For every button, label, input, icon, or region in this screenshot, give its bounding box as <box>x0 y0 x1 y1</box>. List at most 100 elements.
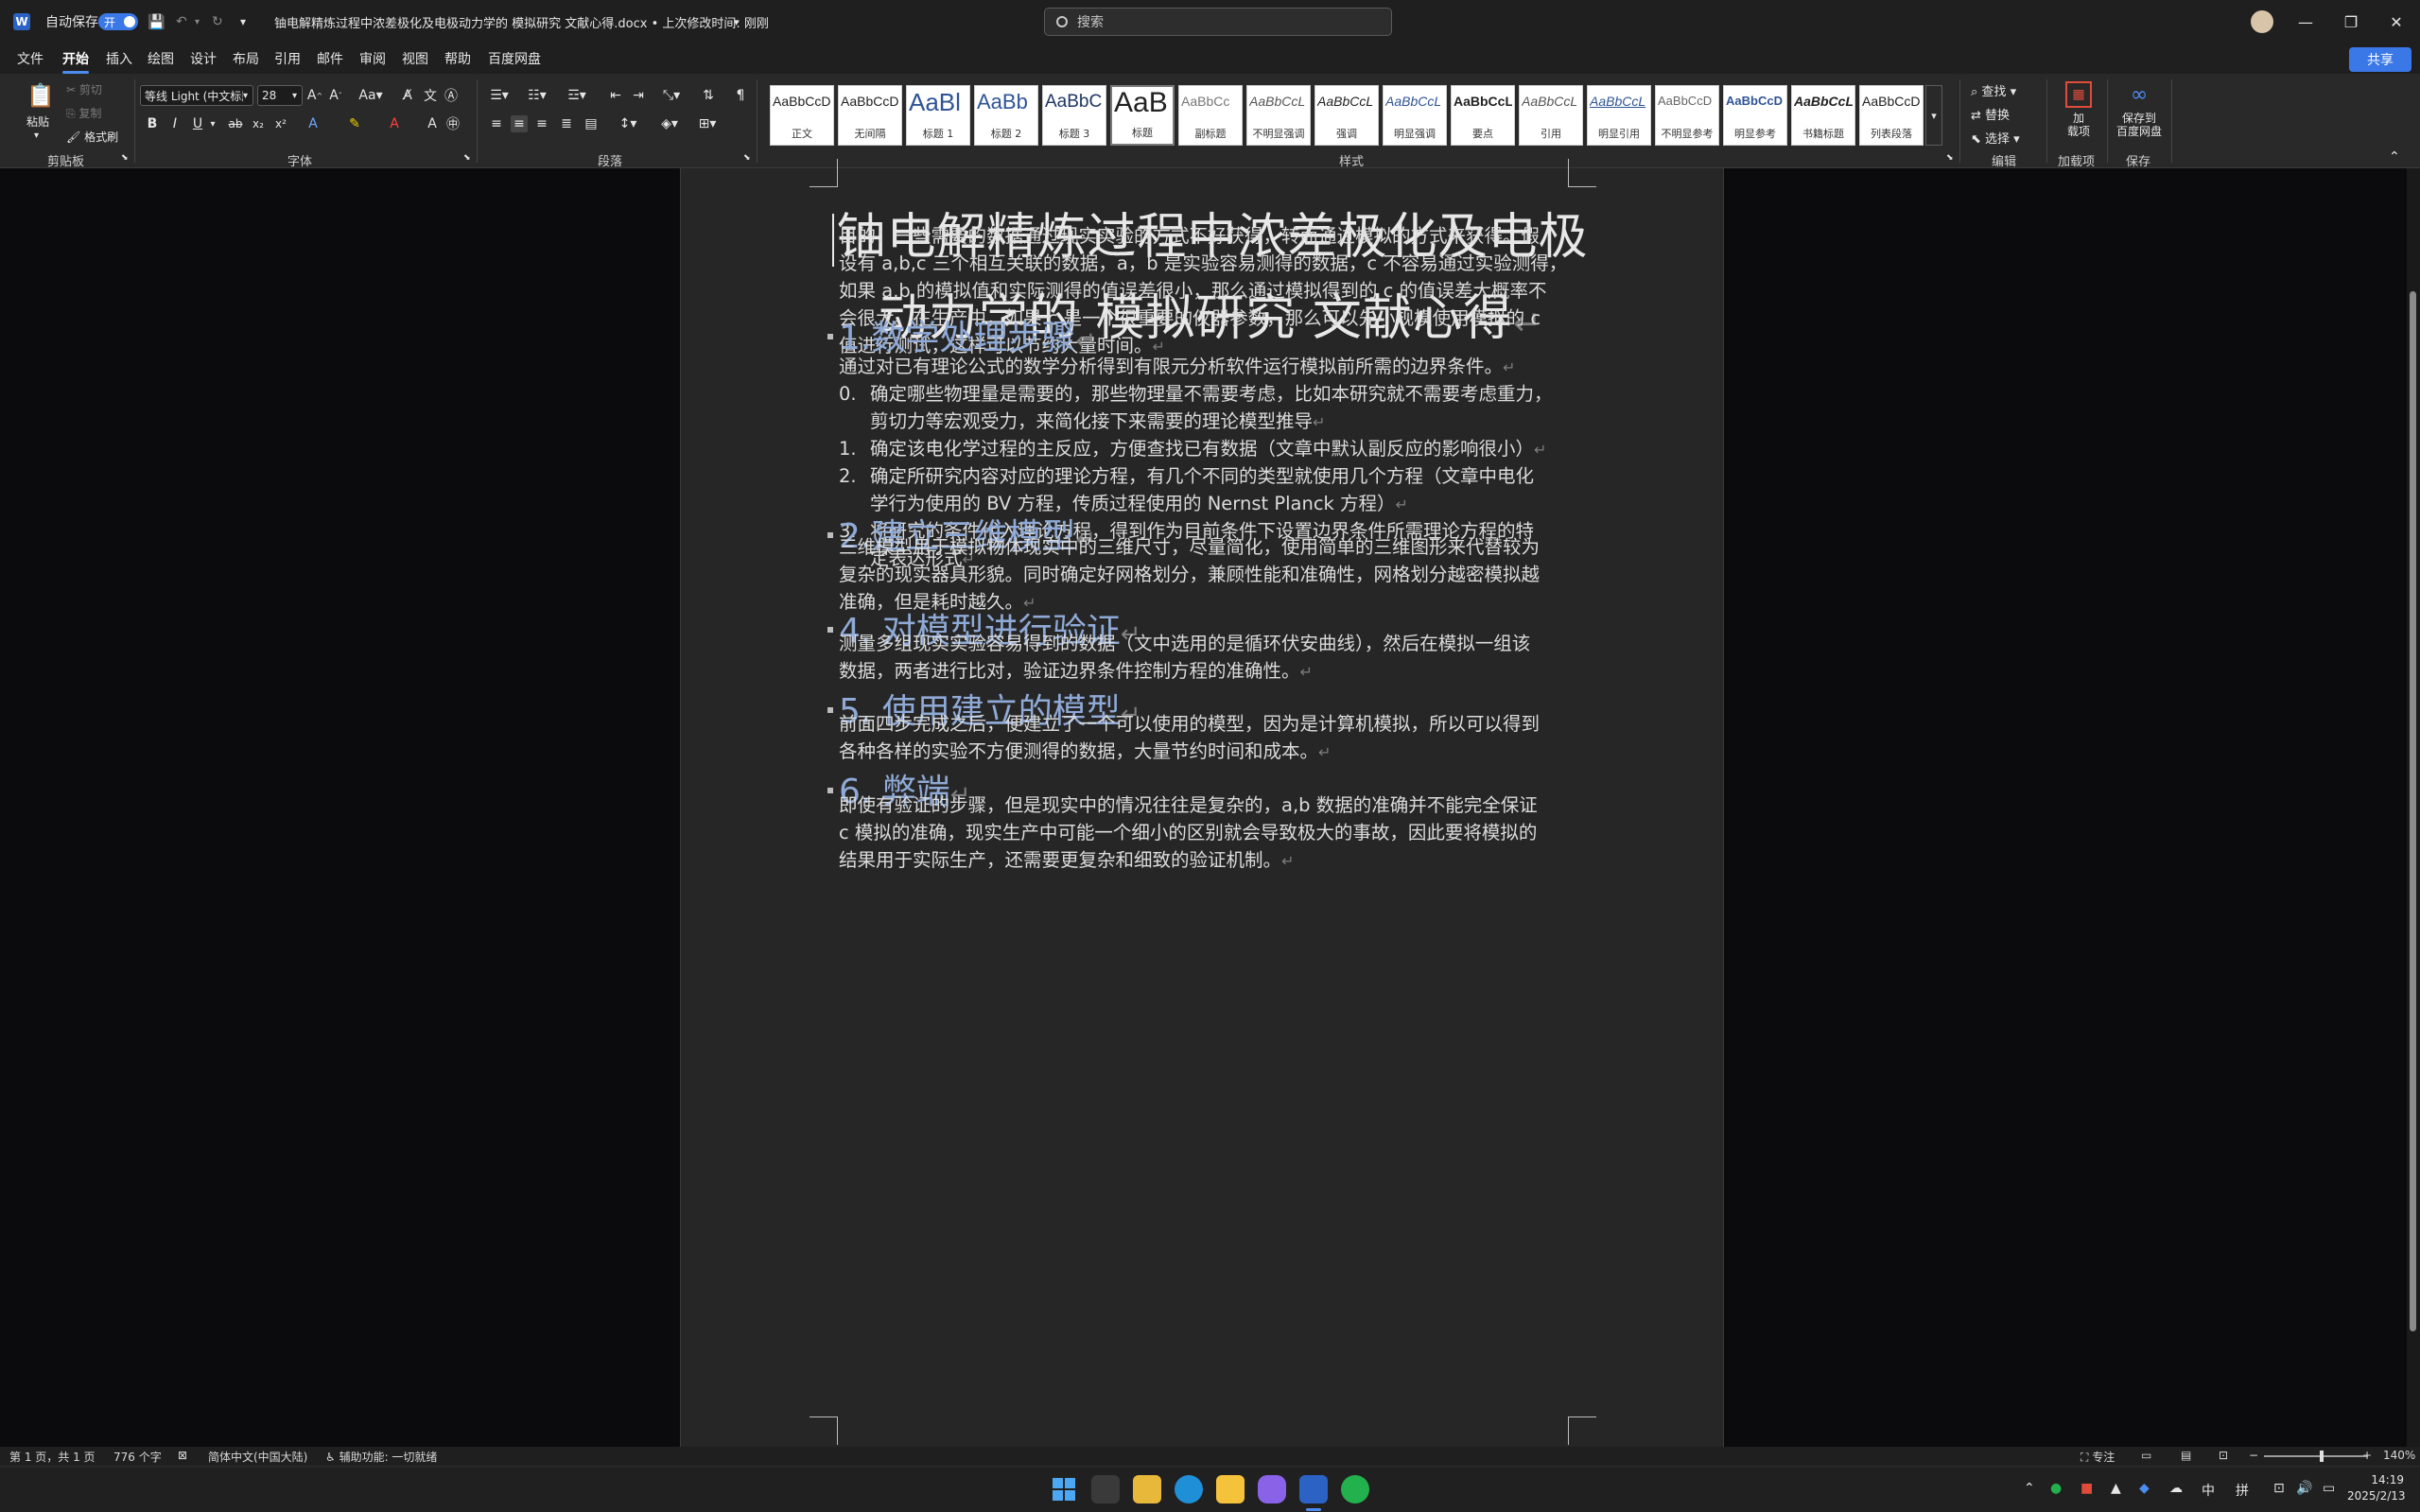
document-title[interactable]: 铀电解精炼过程中浓差极化及电极动力学的 模拟研究 文献心得.docx • 上次修… <box>274 0 769 43</box>
word-taskbar-icon[interactable] <box>1299 1475 1328 1503</box>
tab-insert[interactable]: 插入 <box>106 49 132 68</box>
styles-launcher-icon[interactable]: ⬊ <box>1946 153 1954 163</box>
style-5-button[interactable]: AaBbC 标题 3 <box>1042 85 1106 146</box>
zoom-slider[interactable] <box>2264 1455 2368 1457</box>
style-11-button[interactable]: AaBbCcL 要点 <box>1451 85 1515 146</box>
tab-references[interactable]: 引用 <box>274 49 301 68</box>
close-button[interactable]: ✕ <box>2374 0 2419 43</box>
style-8-button[interactable]: AaBbCcL 不明显强调 <box>1246 85 1311 146</box>
scrollbar-thumb[interactable] <box>2410 291 2416 1331</box>
search-input[interactable]: 搜索 <box>1044 8 1392 36</box>
align-left-icon[interactable]: ≡ <box>488 115 505 132</box>
style-14-button[interactable]: AaBbCcD 不明显参考 <box>1655 85 1719 146</box>
text-effects-icon[interactable]: A <box>305 115 322 132</box>
baidu-netdisk-icon[interactable]: ∞ <box>2126 81 2152 108</box>
zoom-slider-thumb[interactable] <box>2319 1451 2324 1462</box>
store-icon[interactable] <box>1216 1475 1245 1503</box>
tray-app-icon[interactable]: ■ <box>2081 1481 2093 1496</box>
clipboard-icon[interactable]: 📋 <box>26 81 55 110</box>
text-line[interactable]: 如果 a,b 的模拟值和实际测得的值误差很小，那么通过模拟得到的 c 的值误差大… <box>839 277 1578 304</box>
borders-icon[interactable]: ⊞▾ <box>694 115 721 132</box>
redo-icon[interactable]: ↻ <box>212 0 223 43</box>
print-layout-icon[interactable]: ▤ <box>2181 1449 2191 1462</box>
style-3-button[interactable]: AaBl 标题 1 <box>906 85 970 146</box>
bold-icon[interactable]: B <box>144 115 161 132</box>
line-spacing-icon[interactable]: ↕▾ <box>615 115 641 132</box>
onedrive-icon[interactable]: ☁ <box>2169 1481 2183 1496</box>
tray-app2-icon[interactable]: ▲ <box>2111 1481 2121 1496</box>
tab-draw[interactable]: 绘图 <box>148 49 174 68</box>
justify-icon[interactable]: ≣ <box>558 115 575 132</box>
file-explorer-icon[interactable] <box>1133 1475 1161 1503</box>
style-17-button[interactable]: AaBbCcD 列表段落 <box>1859 85 1924 146</box>
title-dropdown-icon[interactable]: ▾ <box>734 0 740 43</box>
change-case-icon[interactable]: Aa▾ <box>357 87 384 104</box>
font-size-select[interactable]: 28 ▾ <box>257 85 303 106</box>
subscript-icon[interactable]: x₂ <box>250 115 267 132</box>
align-right-icon[interactable]: ≡ <box>533 115 550 132</box>
font-name-select[interactable]: 等线 Light (中文标题)▾ <box>140 85 253 106</box>
enclose-character-icon[interactable]: ㊥ <box>444 115 461 132</box>
paste-button[interactable]: 粘贴 <box>26 113 49 130</box>
shading-icon[interactable]: ◈▾ <box>656 115 683 132</box>
wechat-icon[interactable] <box>1341 1475 1369 1503</box>
minimize-button[interactable]: — <box>2283 0 2328 43</box>
strikethrough-icon[interactable]: ab <box>227 115 244 132</box>
text-line[interactable]: 三维模型用于模拟物体现实中的三维尺寸，尽量简化，使用简单的三维图形来代替较为 <box>839 533 1578 561</box>
italic-icon[interactable]: I <box>166 115 183 132</box>
addins-button[interactable]: 加 载项 <box>2056 112 2101 138</box>
increase-indent-icon[interactable]: ⇥ <box>630 87 647 104</box>
copilot-icon[interactable] <box>1258 1475 1286 1503</box>
tab-design[interactable]: 设计 <box>190 49 217 68</box>
volume-icon[interactable]: 🔊 <box>2296 1481 2312 1496</box>
paste-dropdown-icon[interactable]: ▾ <box>34 130 39 141</box>
zoom-out-icon[interactable]: − <box>2249 1449 2258 1462</box>
word-count[interactable]: 776 个字 <box>113 1449 162 1465</box>
undo-icon[interactable]: ↶ <box>176 0 187 43</box>
bullets-icon[interactable]: ☰▾ <box>486 87 513 104</box>
highlight-color-icon[interactable]: ✎ <box>346 115 363 132</box>
style-9-button[interactable]: AaBbCcL 强调 <box>1314 85 1379 146</box>
vertical-scrollbar[interactable] <box>2407 168 2420 1447</box>
distributed-icon[interactable]: ▤ <box>583 115 600 132</box>
cut-button[interactable]: ✂ 剪切 <box>66 81 102 97</box>
grow-font-icon[interactable]: A ^ <box>306 87 323 104</box>
paragraph-launcher-icon[interactable]: ⬊ <box>743 153 751 163</box>
page-count[interactable]: 第 1 页，共 1 页 <box>9 1449 96 1465</box>
find-button[interactable]: ⌕ 查找 ▾ <box>1971 81 2016 99</box>
tab-file[interactable]: 文件 <box>17 49 44 68</box>
customize-toolbar-icon[interactable]: ▾ <box>240 0 246 43</box>
collapse-ribbon-icon[interactable]: ⌃ <box>2389 149 2400 165</box>
styles-more-icon[interactable]: ▾ <box>1925 85 1942 146</box>
web-layout-icon[interactable]: ⊡ <box>2219 1449 2228 1462</box>
clock[interactable]: 14:19 2025/2/13 <box>2347 1472 2406 1504</box>
phonetic-guide-icon[interactable]: 文 <box>422 87 439 104</box>
style-10-button[interactable]: AaBbCcL 明显强调 <box>1383 85 1447 146</box>
text-line[interactable]: 即使有验证的步骤，但是现实中的情况往往是复杂的，a,b 数据的准确并不能完全保证 <box>839 791 1578 819</box>
align-center-icon[interactable]: ≡ <box>511 115 528 132</box>
clear-formatting-icon[interactable]: A̸ <box>399 87 416 104</box>
text-line[interactable]: 各种各样的实验不方便测得的数据，大量节约时间和成本。↵ <box>839 738 1578 766</box>
save-to-baidu-button[interactable]: 保存到 百度网盘 <box>2113 112 2166 138</box>
autosave-toggle[interactable]: 开 <box>98 13 138 30</box>
ime-mode[interactable]: 中 <box>2202 1481 2215 1500</box>
style-13-button[interactable]: AaBbCcL 明显引用 <box>1587 85 1651 146</box>
style-4-button[interactable]: AaBb 标题 2 <box>974 85 1038 146</box>
text-line[interactable]: 设有 a,b,c 三个相互关联的数据，a，b 是实验容易测得的数据，c 不容易通… <box>839 250 1578 277</box>
shrink-font-icon[interactable]: Aˇ <box>327 87 344 104</box>
text-line[interactable]: 测量多组现实实验容易得到的数据（文中选用的是循环伏安曲线），然后在模拟一组该 <box>839 630 1578 657</box>
language-status[interactable]: 简体中文(中国大陆) <box>208 1449 307 1465</box>
list-item[interactable]: 1. 确定该电化学过程的主反应，方便查找已有数据（文章中默认副反应的影响很小）↵ <box>839 435 1595 462</box>
zoom-level[interactable]: 140% <box>2383 1449 2415 1462</box>
tray-expand-icon[interactable]: ⌃ <box>2024 1481 2035 1496</box>
zoom-in-icon[interactable]: + <box>2362 1449 2372 1462</box>
tab-home[interactable]: 开始 <box>62 49 89 74</box>
tab-view[interactable]: 视图 <box>402 49 428 68</box>
text-line[interactable]: 前面四步完成之后，便建立了一个可以使用的模型，因为是计算机模拟，所以可以得到 <box>839 710 1578 738</box>
style-7-button[interactable]: AaBbCc 副标题 <box>1178 85 1243 146</box>
start-icon[interactable] <box>1050 1475 1078 1503</box>
avatar[interactable] <box>2251 10 2273 33</box>
character-border-icon[interactable]: Ⓐ <box>443 87 460 104</box>
text-line[interactable]: 数据，两者进行比对，验证边界条件控制方程的准确性。↵ <box>839 657 1578 686</box>
superscript-icon[interactable]: x² <box>272 115 289 132</box>
